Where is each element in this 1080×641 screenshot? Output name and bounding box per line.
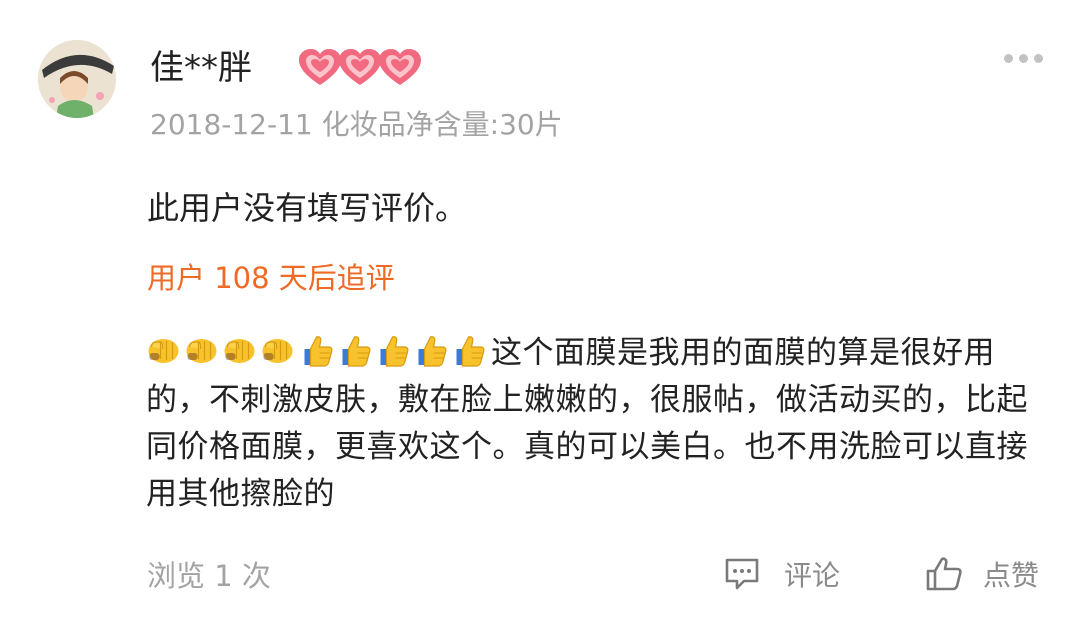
fist-emoji-icon — [148, 339, 179, 363]
thumbs-up-emoji-icon — [304, 336, 333, 367]
comment-icon — [725, 558, 759, 590]
review-spec: 化妆品净含量:30片 — [321, 108, 563, 141]
more-dot-icon — [1004, 54, 1013, 63]
review-meta: 2018-12-11 化妆品净含量:30片 — [150, 105, 563, 145]
like-label: 点赞 — [983, 559, 1040, 592]
like-button[interactable]: 点赞 — [925, 554, 1039, 594]
more-dot-icon — [1019, 54, 1028, 63]
followup-body: 这个面膜是我用的面膜的算是很好用的，不刺激皮肤，敷在脸上嫩嫩的，很服帖，做活动买… — [146, 330, 1046, 518]
more-dot-icon — [1034, 54, 1043, 63]
comment-button[interactable]: 评论 — [724, 554, 840, 594]
emoji-row — [146, 333, 487, 369]
comment-label: 评论 — [784, 559, 841, 592]
heart-badge-icon — [379, 49, 421, 85]
more-options-button[interactable] — [1004, 54, 1043, 63]
thumbs-up-emoji-icon — [456, 336, 485, 367]
thumbs-up-emoji-icon — [418, 336, 447, 367]
username[interactable]: 佳**胖 — [150, 44, 252, 92]
avatar[interactable] — [38, 40, 116, 118]
fist-emoji-icon — [186, 339, 217, 363]
fist-emoji-icon — [262, 339, 293, 363]
followup-title: 用户 108 天后追评 — [147, 261, 395, 295]
thumbs-up-icon — [926, 557, 962, 591]
level-badge — [297, 48, 421, 88]
review-date: 2018-12-11 — [150, 108, 313, 141]
review-content: 此用户没有填写评价。 — [147, 189, 468, 227]
thumbs-up-emoji-icon — [380, 336, 409, 367]
view-count: 浏览 1 次 — [147, 559, 271, 593]
thumbs-up-emoji-icon — [342, 336, 371, 367]
avatar-image — [38, 40, 116, 118]
fist-emoji-icon — [224, 339, 255, 363]
